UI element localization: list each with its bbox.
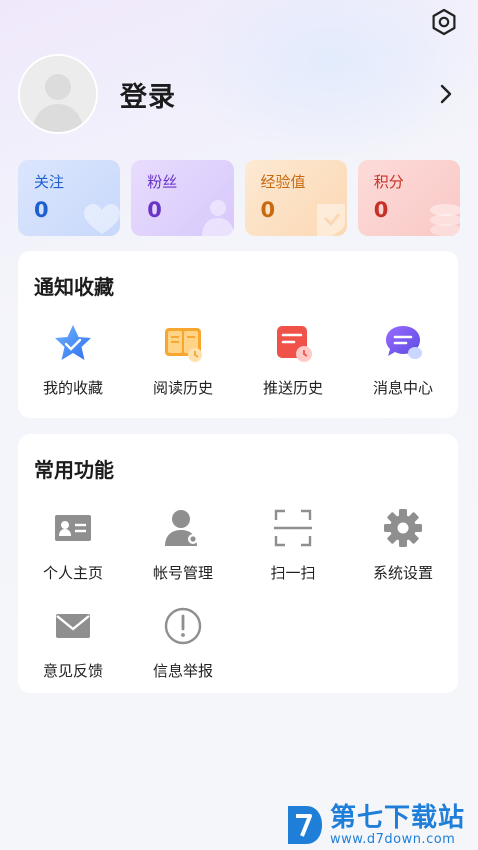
item-label: 个人主页 — [42, 564, 103, 582]
notify-favorites-card: 通知收藏 我的收藏 阅读历史 推送历史 消息中心 — [18, 251, 458, 418]
watermark-title: 第七下载站 — [330, 802, 466, 833]
id-card-icon — [55, 515, 91, 541]
push-history-item[interactable]: 推送历史 — [238, 321, 348, 398]
d7down-logo-icon — [288, 806, 322, 844]
personal-homepage-item[interactable]: 个人主页 — [18, 506, 128, 583]
report-item[interactable]: 信息举报 — [128, 604, 238, 681]
item-label: 我的收藏 — [42, 379, 103, 397]
account-management-item[interactable]: 帐号管理 — [128, 506, 238, 583]
section-title: 通知收藏 — [34, 275, 114, 299]
stats-row: 关注 0 粉丝 0 经验值 0 积分 0 — [18, 160, 460, 236]
stat-label: 粉丝 — [147, 173, 178, 191]
stat-label: 经验值 — [260, 173, 306, 191]
scan-icon — [274, 509, 312, 547]
gear-icon — [384, 509, 422, 547]
hexagon-settings-icon — [432, 8, 456, 36]
item-label: 帐号管理 — [152, 564, 213, 582]
item-label: 阅读历史 — [152, 379, 213, 397]
stat-experience[interactable]: 经验值 0 — [244, 160, 347, 236]
item-label: 扫一扫 — [270, 564, 316, 582]
scan-item[interactable]: 扫一扫 — [238, 506, 348, 583]
item-label: 信息举报 — [152, 662, 213, 680]
stat-points[interactable]: 积分 0 — [357, 160, 460, 236]
stat-label: 积分 — [373, 173, 404, 191]
system-settings-item[interactable]: 系统设置 — [348, 506, 458, 583]
reading-history-item[interactable]: 阅读历史 — [128, 321, 238, 398]
alert-icon — [164, 607, 202, 645]
common-functions-card: 常用功能 个人主页 帐号管理 扫一扫 系统设置 意见反馈 信息举报 — [18, 434, 458, 693]
coins-decoration-icon — [430, 204, 460, 236]
stat-fans[interactable]: 粉丝 0 — [131, 160, 234, 236]
my-favorites-item[interactable]: 我的收藏 — [18, 321, 128, 398]
settings-button[interactable] — [428, 6, 460, 38]
shield-decoration-icon — [316, 204, 345, 236]
chevron-right-icon[interactable] — [436, 82, 456, 106]
item-label: 推送历史 — [262, 379, 323, 397]
stat-label: 关注 — [34, 173, 65, 191]
book-history-icon — [165, 328, 202, 362]
item-label: 消息中心 — [372, 379, 433, 397]
push-history-icon — [277, 326, 312, 362]
watermark: 第七下载站 www.d7down.com — [284, 800, 474, 850]
login-label[interactable]: 登录 — [120, 75, 176, 114]
default-avatar-icon — [20, 56, 96, 132]
profile-row[interactable]: 登录 — [18, 54, 460, 134]
message-center-item[interactable]: 消息中心 — [348, 321, 458, 398]
mail-icon — [56, 614, 90, 638]
item-label: 系统设置 — [372, 564, 433, 582]
section-title: 常用功能 — [34, 458, 114, 482]
heart-decoration-icon — [84, 204, 121, 234]
star-icon — [55, 325, 91, 360]
stat-following[interactable]: 关注 0 — [18, 160, 121, 236]
person-decoration-icon — [201, 200, 234, 236]
feedback-item[interactable]: 意见反馈 — [18, 604, 128, 681]
message-icon — [386, 326, 422, 359]
watermark-url: www.d7down.com — [330, 831, 456, 847]
item-label: 意见反馈 — [42, 662, 103, 680]
user-settings-icon — [165, 510, 198, 546]
avatar[interactable] — [18, 54, 98, 134]
